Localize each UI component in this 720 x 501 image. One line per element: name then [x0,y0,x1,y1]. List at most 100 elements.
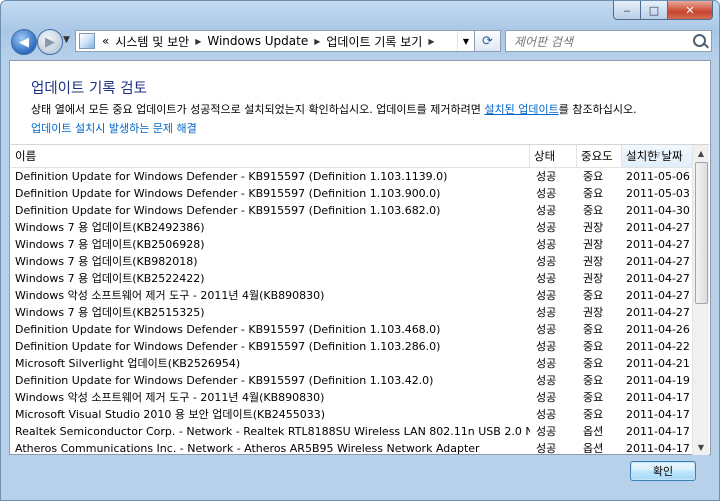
cell-date: 2011-04-22 [626,340,690,353]
cell-name: Definition Update for Windows Defender -… [15,340,441,353]
cell-importance: 옵션 [583,442,604,455]
refresh-icon: ⟳ [482,33,493,49]
cell-date: 2011-04-27 [626,289,690,302]
cell-date: 2011-04-27 [626,272,690,285]
column-header-importance[interactable]: 중요도 [577,145,622,167]
cell-name: Definition Update for Windows Defender -… [15,170,448,183]
table-row[interactable]: Windows 7 용 업데이트(KB2522422) 성공 권장 2011-04-2… [11,270,693,287]
cell-name: Definition Update for Windows Defender -… [15,323,441,336]
table-row[interactable]: Microsoft Visual Studio 2010 용 보안 업데이트(K… [11,406,693,423]
maximize-button[interactable]: □ [641,1,668,20]
cell-status: 성공 [536,255,557,268]
cell-status: 성공 [536,408,557,421]
table-row[interactable]: Atheros Communications Inc. - Network - … [11,440,693,455]
recent-pages-dropdown-icon[interactable]: ▼ [63,35,70,45]
cell-date: 2011-05-06 [626,170,690,183]
breadcrumb-view-history[interactable]: 업데이트 기록 보기 [323,33,425,50]
caption-buttons: ‒ □ ✕ [613,1,713,20]
cell-importance: 중요 [583,170,604,183]
breadcrumb-separator-icon[interactable]: ▶ [425,37,437,46]
vertical-scrollbar[interactable]: ▲ ▼ [692,145,709,455]
instruction-text-end: 를 참조하십시오. [558,103,637,116]
table-row[interactable]: Realtek Semiconductor Corp. - Network - … [11,423,693,440]
table-row[interactable]: Windows 7 용 업데이트(KB2506928) 성공 권장 2011-04-2… [11,236,693,253]
cell-name: Windows 악성 소프트웨어 제거 도구 - 2011년 4월(KB8908… [15,289,325,302]
address-dropdown-icon[interactable]: ▼ [457,31,474,51]
cell-name: Windows 7 용 업데이트(KB2506928) [15,238,205,251]
cell-date: 2011-04-26 [626,323,690,336]
table-row[interactable]: Windows 악성 소프트웨어 제거 도구 - 2011년 4월(KB8908… [11,287,693,304]
cell-status: 성공 [536,425,557,438]
control-panel-icon [79,33,95,49]
breadcrumb-separator-icon[interactable]: ▶ [192,37,204,46]
search-input[interactable] [512,32,686,52]
cell-status: 성공 [536,204,557,217]
cell-name: Windows 7 용 업데이트(KB2515325) [15,306,205,319]
table-row[interactable]: Definition Update for Windows Defender -… [11,338,693,355]
breadcrumb-system-security[interactable]: 시스템 및 보안 [112,33,192,50]
cell-importance: 중요 [583,408,604,421]
table-row[interactable]: Definition Update for Windows Defender -… [11,321,693,338]
scroll-up-icon[interactable]: ▲ [693,145,709,161]
cell-importance: 중요 [583,187,604,200]
sort-arrow-icon: ▽ [654,151,661,159]
cell-date: 2011-04-30 [626,204,690,217]
cell-name: Windows 7 용 업데이트(KB2492386) [15,221,205,234]
update-history-window: ‒ □ ✕ ◀ ▶ ▼ « 시스템 및 보안 ▶ Windows Update … [0,0,720,501]
refresh-button[interactable]: ⟳ [475,30,501,52]
cell-importance: 권장 [583,221,604,234]
instruction-text-start: 상태 열에서 모든 중요 업데이트가 성공적으로 설치되었는지 확인하십시오. … [31,103,485,116]
cell-status: 성공 [536,272,557,285]
scrollbar-thumb[interactable] [695,162,708,304]
table-row[interactable]: Definition Update for Windows Defender -… [11,372,693,389]
cell-date: 2011-04-17 [626,425,690,438]
close-button[interactable]: ✕ [668,1,713,20]
cell-name: Atheros Communications Inc. - Network - … [15,442,480,455]
table-row[interactable]: Microsoft Silverlight 업데이트(KB2526954) 성공 중… [11,355,693,372]
column-header-date[interactable]: ▽ 설치한 날짜 [622,145,693,167]
update-history-table: 이름 상태 중요도 ▽ 설치한 날짜 Definition Update for… [11,144,709,455]
cell-status: 성공 [536,323,557,336]
cell-date: 2011-04-17 [626,408,690,421]
cell-importance: 권장 [583,255,604,268]
cell-importance: 중요 [583,391,604,404]
cell-status: 성공 [536,442,557,455]
cell-name: Microsoft Silverlight 업데이트(KB2526954) [15,357,241,370]
cell-date: 2011-04-17 [626,391,690,404]
search-box[interactable] [505,30,712,52]
table-row[interactable]: Windows 7 용 업데이트(KB982018) 성공 권장 2011-04-27 [11,253,693,270]
cell-status: 성공 [536,221,557,234]
breadcrumb-separator-icon[interactable]: ▶ [311,37,323,46]
ok-button[interactable]: 확인 [630,461,696,481]
address-bar[interactable]: « 시스템 및 보안 ▶ Windows Update ▶ 업데이트 기록 보기… [75,30,475,52]
cell-name: Microsoft Visual Studio 2010 용 보안 업데이트(K… [15,408,326,421]
back-button[interactable]: ◀ [11,29,37,55]
cell-status: 성공 [536,238,557,251]
installed-updates-link[interactable]: 설치된 업데이트 [484,103,558,116]
column-header-status[interactable]: 상태 [530,145,577,167]
cell-importance: 중요 [583,357,604,370]
table-row[interactable]: Windows 7 용 업데이트(KB2492386) 성공 권장 2011-04-2… [11,219,693,236]
cell-importance: 중요 [583,374,604,387]
minimize-button[interactable]: ‒ [613,1,641,20]
column-header-name[interactable]: 이름 [11,145,530,167]
content-panel: 업데이트 기록 검토 상태 열에서 모든 중요 업데이트가 성공적으로 설치되었… [9,60,711,455]
cell-status: 성공 [536,357,557,370]
table-row[interactable]: Windows 악성 소프트웨어 제거 도구 - 2011년 4월(KB8908… [11,389,693,406]
table-row[interactable]: Definition Update for Windows Defender -… [11,185,693,202]
table-header: 이름 상태 중요도 ▽ 설치한 날짜 [11,145,693,168]
troubleshoot-link[interactable]: 업데이트 설치시 발생하는 문제 해결 [31,120,197,136]
search-icon[interactable] [693,34,706,47]
table-row[interactable]: Definition Update for Windows Defender -… [11,168,693,185]
cell-status: 성공 [536,374,557,387]
forward-button[interactable]: ▶ [37,29,63,55]
table-row[interactable]: Windows 7 용 업데이트(KB2515325) 성공 권장 2011-04-2… [11,304,693,321]
cell-status: 성공 [536,289,557,302]
table-rows: Definition Update for Windows Defender -… [11,168,693,455]
breadcrumb-windows-update[interactable]: Windows Update [204,34,311,48]
scroll-down-icon[interactable]: ▼ [693,439,709,455]
cell-status: 성공 [536,340,557,353]
breadcrumb-overflow[interactable]: « [99,34,112,48]
cell-date: 2011-04-27 [626,238,690,251]
table-row[interactable]: Definition Update for Windows Defender -… [11,202,693,219]
